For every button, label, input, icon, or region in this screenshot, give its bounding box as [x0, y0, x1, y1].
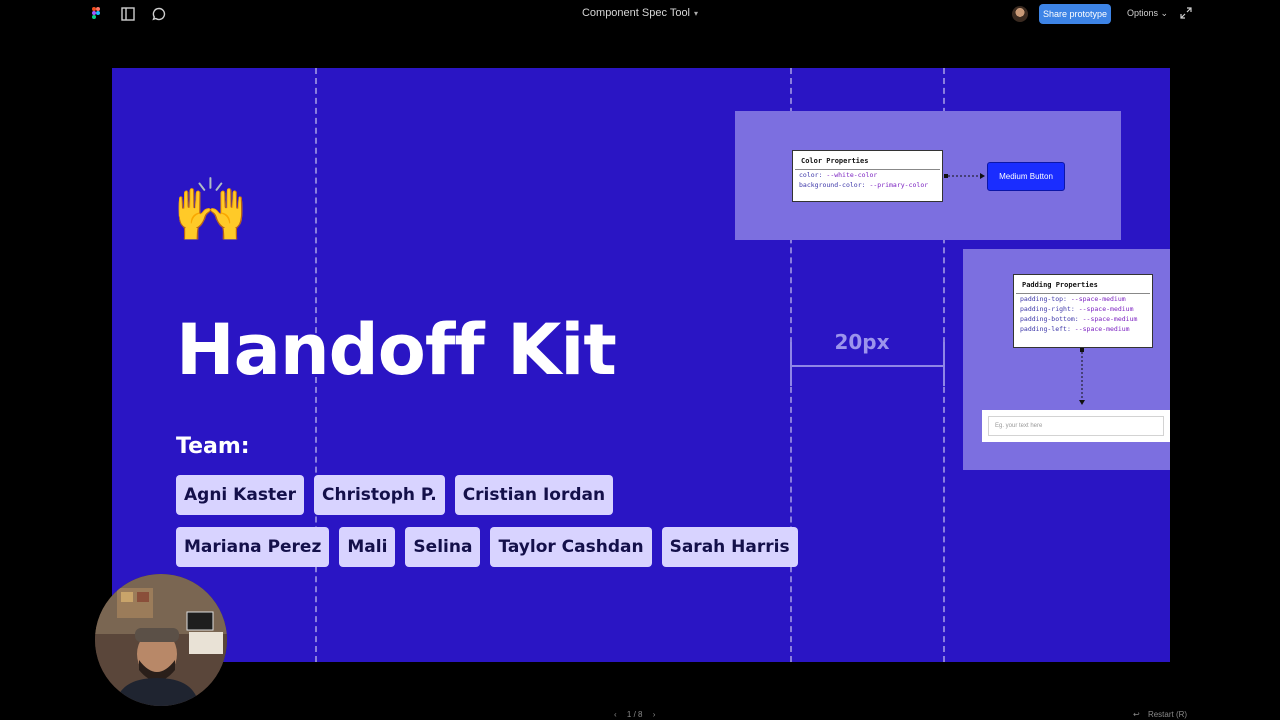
- property-value: --white-color: [826, 171, 878, 179]
- property-key: color:: [799, 171, 823, 179]
- card-title: Color Properties: [795, 151, 940, 170]
- share-prototype-button[interactable]: Share prototype: [1039, 4, 1111, 24]
- team-member-chip: Mariana Perez: [176, 527, 330, 567]
- property-key: padding-bottom:: [1020, 315, 1079, 323]
- team-member-chip: Selina: [405, 527, 481, 567]
- team-row: Mariana Perez Mali Selina Taylor Cashdan…: [176, 527, 798, 567]
- medium-button-sample: Medium Button: [987, 162, 1065, 191]
- raising-hands-emoji: 🙌: [172, 176, 250, 245]
- team-member-chip: Mali: [339, 527, 396, 567]
- measurement-tick: [943, 342, 945, 386]
- property-value: --space-medium: [1070, 295, 1126, 303]
- restart-control[interactable]: ↩ Restart (R): [1133, 710, 1187, 719]
- chevron-down-icon: ▾: [694, 9, 699, 18]
- property-line: padding-left: --space-medium: [1014, 324, 1152, 334]
- expand-icon[interactable]: [1180, 7, 1192, 19]
- top-bar: Component Spec Tool ▾ Share prototype Opt…: [0, 0, 1280, 28]
- avatar[interactable]: [1012, 6, 1028, 22]
- team-member-chip: Cristian Iordan: [454, 475, 614, 515]
- team-member-chip: Christoph P.: [313, 475, 445, 515]
- property-value: --space-medium: [1082, 315, 1138, 323]
- restart-icon: ↩: [1133, 710, 1140, 719]
- property-key: padding-right:: [1020, 305, 1075, 313]
- chevron-down-icon: ⌄: [1160, 8, 1169, 18]
- slide-heading: Handoff Kit: [176, 309, 617, 391]
- team-member-chip: Taylor Cashdan: [490, 527, 652, 567]
- color-properties-card: Color Properties color: --white-color ba…: [792, 150, 943, 202]
- property-line: padding-right: --space-medium: [1014, 304, 1152, 314]
- restart-label: Restart (R): [1147, 710, 1188, 719]
- presenter-video-icon: [95, 574, 227, 706]
- property-value: --space-medium: [1074, 325, 1130, 333]
- property-value: --space-medium: [1078, 305, 1134, 313]
- property-line: padding-bottom: --space-medium: [1014, 314, 1152, 324]
- page-indicator: 1 / 8: [626, 710, 643, 719]
- connector-arrow: [944, 173, 985, 179]
- chevron-left-icon[interactable]: ‹: [614, 710, 617, 719]
- padding-properties-card: Padding Properties padding-top: --space-…: [1013, 274, 1153, 348]
- measurement-tick: [790, 342, 792, 386]
- property-value: --primary-color: [869, 181, 929, 189]
- text-input-sample: Eg. your text here: [982, 410, 1170, 442]
- input-placeholder: Eg. your text here: [988, 416, 1164, 436]
- file-title-text: Component Spec Tool: [581, 7, 691, 19]
- team-member-chip: Sarah Harris: [661, 527, 798, 567]
- webcam-overlay: [95, 574, 227, 706]
- card-title: Padding Properties: [1016, 275, 1150, 294]
- property-line: padding-top: --space-medium: [1014, 294, 1152, 304]
- property-key: background-color:: [799, 181, 866, 189]
- property-line: background-color: --primary-color: [793, 180, 942, 190]
- property-key: padding-top:: [1020, 295, 1067, 303]
- property-key: padding-left:: [1020, 325, 1071, 333]
- slide-canvas: 🙌 Handoff Kit Team: Agni Kaster Christop…: [112, 68, 1170, 662]
- spacing-measurement-label: 20px: [834, 330, 890, 354]
- team-member-chip: Agni Kaster: [176, 475, 304, 515]
- options-label: Options: [1127, 8, 1159, 18]
- connector-arrow: [1079, 348, 1085, 405]
- team-row: Agni Kaster Christoph P. Cristian Iordan: [176, 475, 614, 515]
- property-line: color: --white-color: [793, 170, 942, 180]
- options-menu[interactable]: Options ⌄: [1127, 8, 1168, 19]
- team-label: Team:: [176, 434, 250, 459]
- chevron-right-icon[interactable]: ›: [653, 710, 656, 719]
- page-navigation: ‹ 1 / 8 ›: [614, 710, 655, 719]
- measurement-line: [790, 365, 944, 367]
